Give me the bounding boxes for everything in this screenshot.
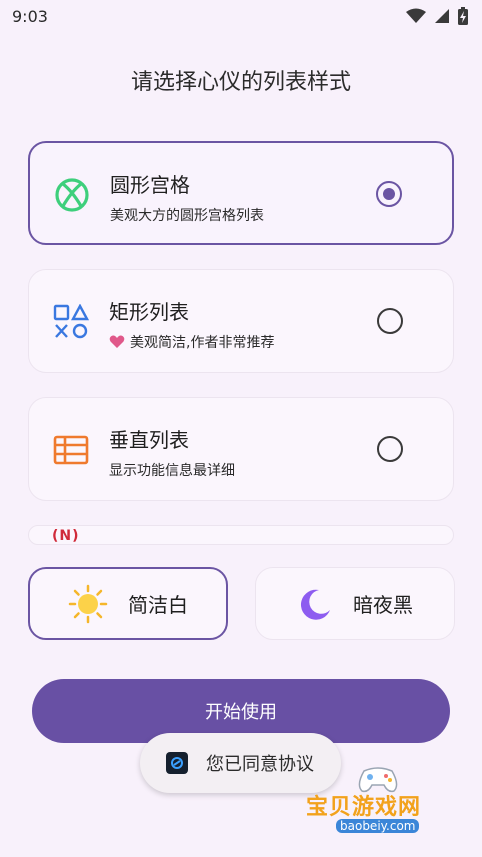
moon-icon <box>300 589 330 620</box>
option-title: 矩形列表 <box>109 300 189 324</box>
option-subtitle: 美观大方的圆形宫格列表 <box>110 205 264 225</box>
status-icons <box>406 7 468 25</box>
theme-dark-button[interactable]: 暗夜黑 <box>255 567 455 640</box>
option-subtitle-text: 显示功能信息最详细 <box>109 463 235 479</box>
option-subtitle: 美观简洁,作者非常推荐 <box>109 332 274 352</box>
watermark-title: 宝贝游戏网 <box>306 795 422 820</box>
cellular-signal-icon <box>435 9 449 23</box>
heart-icon <box>109 335 125 348</box>
option-circle-grid[interactable]: 圆形宫格 美观大方的圆形宫格列表 <box>28 141 454 245</box>
option-subtitle-text: 美观大方的圆形宫格列表 <box>110 208 264 224</box>
sun-icon <box>68 584 108 623</box>
radio-button-selected[interactable] <box>376 181 402 207</box>
watermark-url: baobeiy.com <box>336 819 420 833</box>
radio-button[interactable] <box>377 436 403 462</box>
xbox-icon <box>55 178 89 212</box>
option-title: 垂直列表 <box>109 428 189 452</box>
toast-message: 您已同意协议 <box>206 754 314 775</box>
status-bar: 9:03 <box>0 0 482 32</box>
option-vertical-list[interactable]: 垂直列表 显示功能信息最详细 <box>28 397 454 501</box>
watermark: 宝贝游戏网 baobeiy.com <box>306 763 452 839</box>
option-rectangle-list[interactable]: 矩形列表 美观简洁,作者非常推荐 <box>28 269 454 373</box>
wifi-icon <box>406 8 426 23</box>
option-subtitle: 显示功能信息最详细 <box>109 460 235 480</box>
partial-badge: (N) <box>52 528 80 544</box>
option-title: 圆形宫格 <box>110 173 190 197</box>
status-time: 9:03 <box>12 6 48 26</box>
option-subtitle-text: 美观简洁,作者非常推荐 <box>130 335 275 351</box>
start-button-label: 开始使用 <box>205 702 277 723</box>
theme-light-button[interactable]: 简洁白 <box>28 567 228 640</box>
list-table-icon <box>53 435 89 465</box>
app-icon <box>166 752 188 774</box>
radio-button[interactable] <box>377 308 403 334</box>
option-partial-card[interactable] <box>28 525 454 545</box>
theme-dark-label: 暗夜黑 <box>353 593 413 617</box>
playstation-shapes-icon <box>53 304 89 339</box>
theme-light-label: 简洁白 <box>128 593 188 617</box>
battery-charging-icon <box>458 7 468 25</box>
page-title: 请选择心仪的列表样式 <box>130 70 351 95</box>
